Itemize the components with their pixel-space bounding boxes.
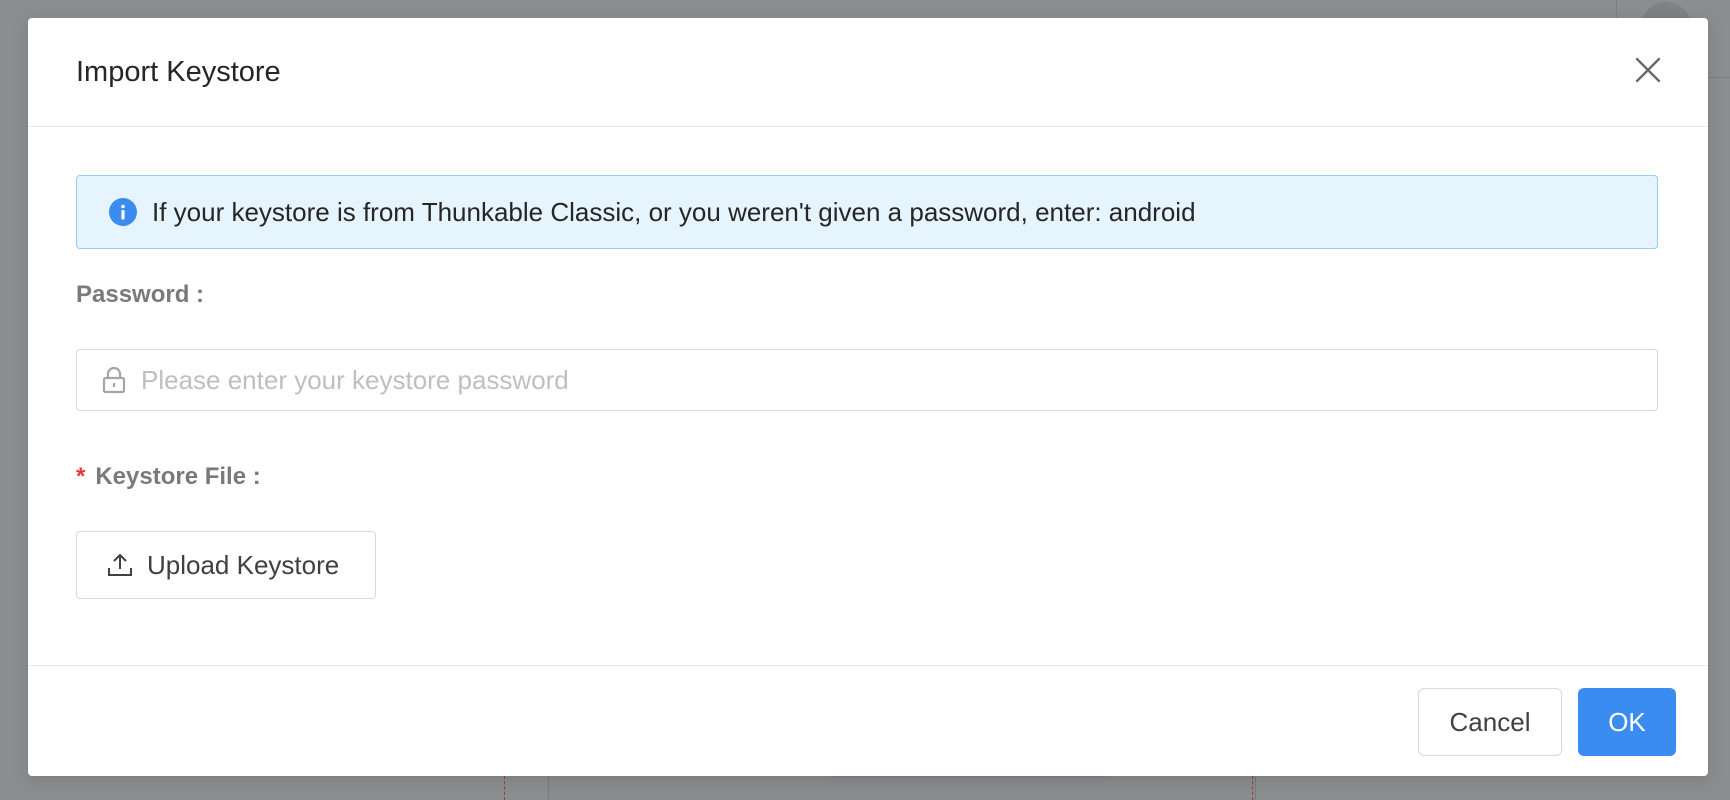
password-field[interactable] xyxy=(139,363,1623,397)
background-guide-line xyxy=(1252,776,1253,800)
upload-icon xyxy=(107,552,133,578)
required-mark: * xyxy=(76,463,86,490)
ok-button[interactable]: OK xyxy=(1578,688,1676,756)
close-icon xyxy=(1635,57,1661,88)
info-alert-text: If your keystore is from Thunkable Class… xyxy=(152,196,1196,227)
upload-keystore-label: Upload Keystore xyxy=(147,549,340,580)
info-alert: If your keystore is from Thunkable Class… xyxy=(76,175,1658,249)
dialog-header: Import Keystore xyxy=(28,18,1708,127)
dialog-body: If your keystore is from Thunkable Class… xyxy=(28,127,1708,666)
info-icon xyxy=(109,198,137,226)
background-panel xyxy=(548,776,1256,800)
keystore-file-label: * Keystore File : xyxy=(76,463,261,491)
page: Import Keystore If your keystore is from xyxy=(0,0,1730,800)
import-keystore-dialog: Import Keystore If your keystore is from xyxy=(28,18,1708,776)
close-button[interactable] xyxy=(1630,54,1666,90)
password-input-wrapper[interactable] xyxy=(76,349,1658,411)
lock-icon xyxy=(101,366,127,394)
dialog-footer: Cancel OK xyxy=(28,666,1708,776)
password-label: Password : xyxy=(76,281,205,308)
keystore-file-label-text: Keystore File : xyxy=(95,463,261,490)
background-guide-line xyxy=(504,776,505,800)
dialog-title: Import Keystore xyxy=(76,56,281,88)
upload-keystore-button[interactable]: Upload Keystore xyxy=(76,531,376,599)
cancel-button[interactable]: Cancel xyxy=(1418,688,1562,756)
